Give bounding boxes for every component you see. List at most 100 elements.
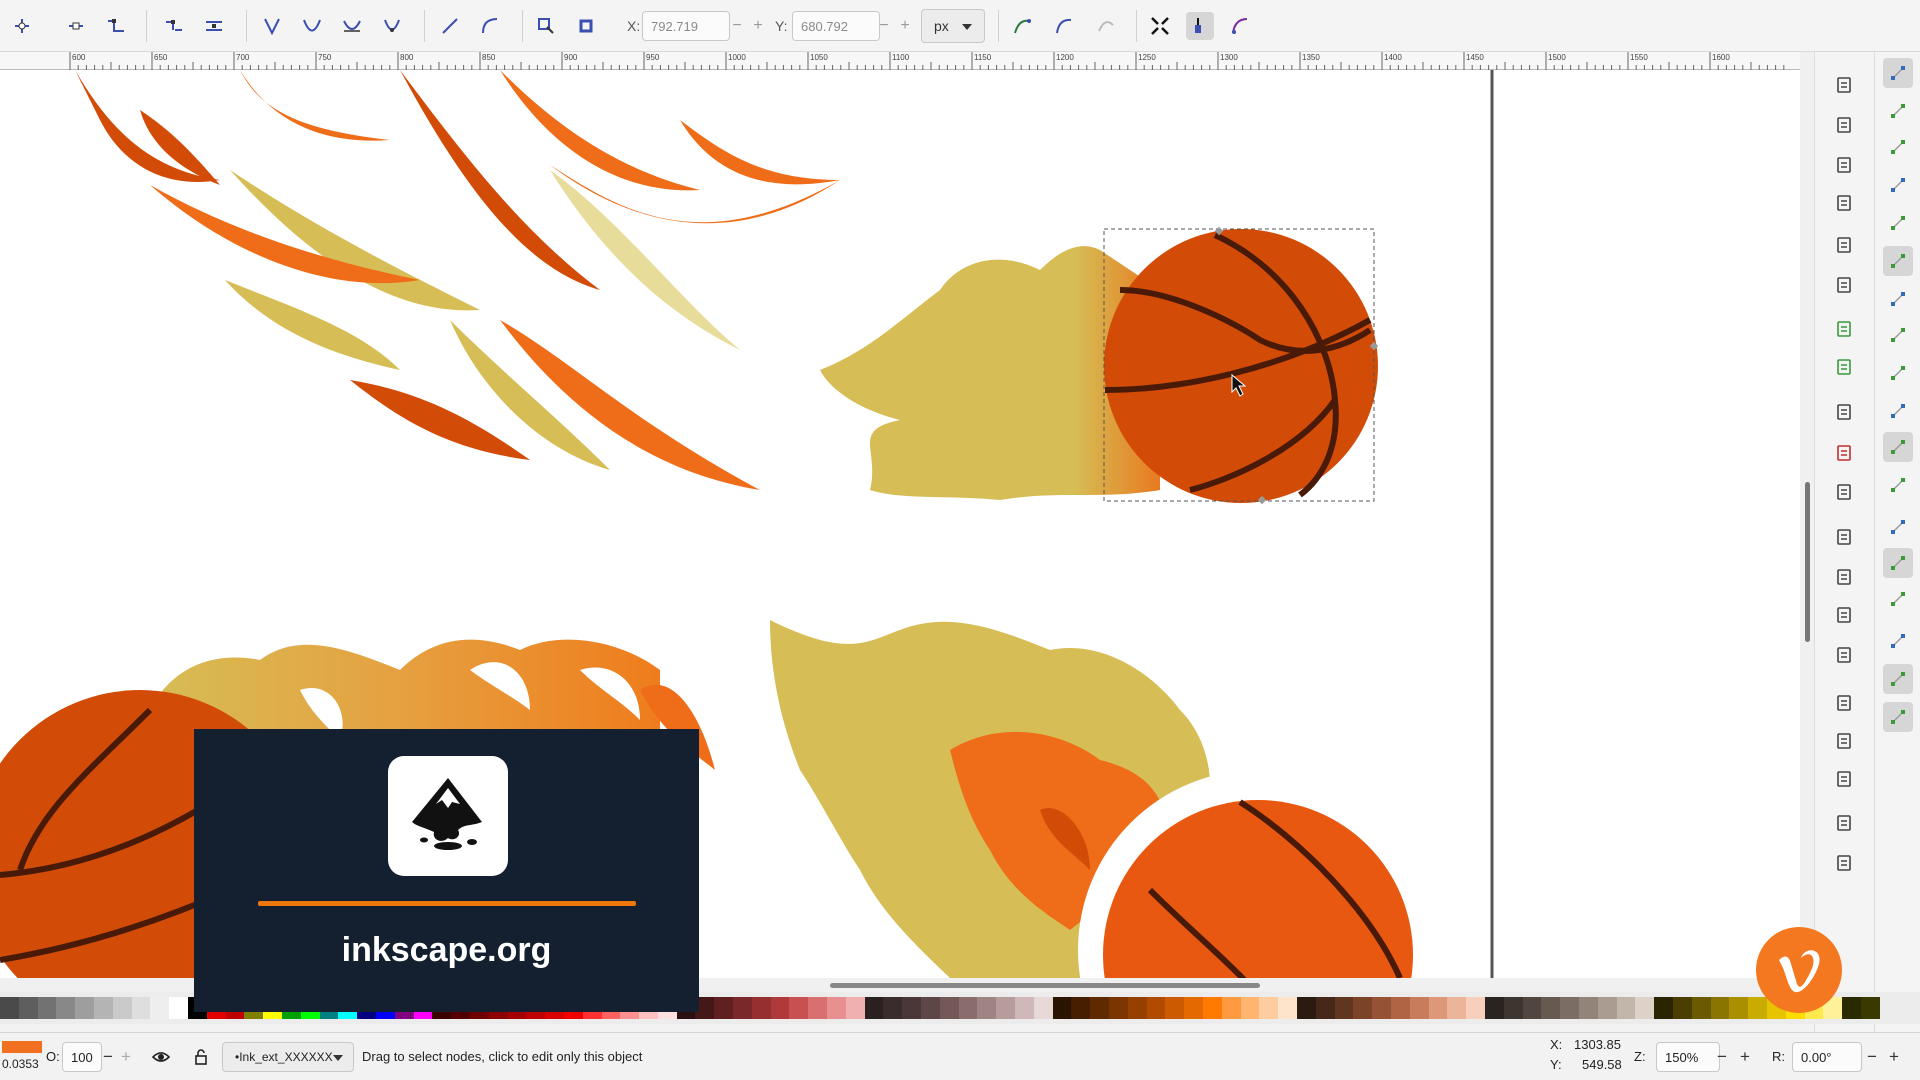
redo-icon[interactable] — [1829, 352, 1859, 382]
node-smooth-icon[interactable] — [298, 12, 326, 40]
palette-swatch[interactable] — [1015, 997, 1034, 1019]
snap-grid-icon[interactable] — [1883, 664, 1913, 694]
node-cusp-icon[interactable] — [258, 12, 286, 40]
palette-swatch[interactable] — [939, 997, 959, 1019]
palette-swatch[interactable] — [1710, 997, 1730, 1019]
import-icon[interactable] — [1829, 230, 1859, 260]
transform-handles-icon[interactable] — [1146, 12, 1174, 40]
segment-curve-icon[interactable] — [476, 12, 504, 40]
palette-swatch[interactable] — [1484, 997, 1504, 1019]
horizontal-ruler[interactable]: 600 650 700 750 800 850 900 950 1000 1050 1100 1150… — [0, 52, 1800, 70]
palette-swatch[interactable] — [770, 997, 790, 1019]
object-to-path-icon[interactable] — [532, 12, 560, 40]
palette-swatch[interactable] — [1672, 997, 1692, 1019]
palette-swatch[interactable] — [1184, 997, 1203, 1019]
palette-swatch[interactable] — [1654, 997, 1673, 1019]
palette-swatch[interactable] — [56, 997, 76, 1019]
show-clipmask-icon[interactable] — [1092, 12, 1120, 40]
palette-swatch[interactable] — [1372, 997, 1391, 1019]
opacity-input[interactable]: 100 — [62, 1042, 102, 1072]
insert-node-icon[interactable] — [8, 12, 36, 40]
snap-bbox-edge-icon[interactable] — [1883, 132, 1913, 162]
unlink-clone-icon[interactable] — [1829, 764, 1859, 794]
edit-mask-icon[interactable] — [1186, 12, 1214, 40]
palette-swatch[interactable] — [1259, 997, 1279, 1019]
palette-swatch[interactable] — [1127, 997, 1147, 1019]
snap-text-baseline-icon[interactable] — [1883, 584, 1913, 614]
group-icon[interactable] — [1829, 808, 1859, 838]
undo-icon[interactable] — [1829, 314, 1859, 344]
zoom-out-button[interactable]: − — [1712, 1042, 1732, 1072]
x-increment-button[interactable]: + — [747, 11, 769, 41]
new-document-icon[interactable] — [1829, 70, 1859, 100]
horizontal-scrollbar-thumb[interactable] — [830, 983, 1260, 988]
palette-swatch[interactable] — [733, 997, 752, 1019]
x-decrement-button[interactable]: − — [726, 11, 748, 41]
vertical-scrollbar-thumb[interactable] — [1805, 482, 1810, 642]
segment-line-icon[interactable] — [436, 12, 464, 40]
layer-dropdown[interactable]: •Ink_ext_XXXXXX — [222, 1042, 354, 1072]
palette-swatch[interactable] — [1842, 997, 1861, 1019]
palette-swatch[interactable] — [1409, 997, 1429, 1019]
palette-swatch[interactable] — [1052, 997, 1072, 1019]
snap-enable-icon[interactable] — [1883, 58, 1913, 88]
palette-swatch[interactable] — [1541, 997, 1561, 1019]
fill-swatch[interactable] — [2, 1041, 42, 1053]
palette-swatch[interactable] — [1240, 997, 1260, 1019]
palette-swatch[interactable] — [150, 997, 170, 1019]
palette-swatch[interactable] — [864, 997, 884, 1019]
palette-swatch[interactable] — [902, 997, 922, 1019]
palette-swatch[interactable] — [827, 997, 846, 1019]
snap-cusp-icon[interactable] — [1883, 358, 1913, 388]
palette-swatch[interactable] — [1597, 997, 1617, 1019]
palette-swatch[interactable] — [808, 997, 828, 1019]
zoom-selection-icon[interactable] — [1829, 522, 1859, 552]
palette-swatch[interactable] — [1860, 997, 1880, 1019]
palette-swatch[interactable] — [845, 997, 865, 1019]
snap-center-icon[interactable] — [1883, 512, 1913, 542]
snap-rotation-icon[interactable] — [1883, 548, 1913, 578]
paste-icon[interactable] — [1829, 477, 1859, 507]
palette-swatch[interactable] — [714, 997, 734, 1019]
unit-dropdown[interactable]: px — [921, 9, 985, 43]
palette-swatch[interactable] — [883, 997, 903, 1019]
duplicate-icon[interactable] — [1829, 688, 1859, 718]
palette-swatch[interactable] — [789, 997, 809, 1019]
palette-swatch[interactable] — [112, 997, 132, 1019]
palette-swatch[interactable] — [1221, 997, 1241, 1019]
y-decrement-button[interactable]: − — [873, 11, 895, 41]
x-coordinate-input[interactable]: 792.719 — [642, 11, 730, 41]
palette-swatch[interactable] — [1635, 997, 1655, 1019]
palette-swatch[interactable] — [977, 997, 997, 1019]
snap-midpoint-icon[interactable] — [1883, 432, 1913, 462]
zoom-input[interactable]: 150% — [1656, 1042, 1720, 1072]
palette-swatch[interactable] — [1691, 997, 1711, 1019]
palette-swatch[interactable] — [1278, 997, 1297, 1019]
palette-swatch[interactable] — [1315, 997, 1335, 1019]
palette-swatch[interactable] — [1033, 997, 1053, 1019]
zoom-page-width-icon[interactable] — [1829, 640, 1859, 670]
node-symmetric-icon[interactable] — [338, 12, 366, 40]
break-path-icon[interactable] — [160, 12, 188, 40]
clone-icon[interactable] — [1829, 726, 1859, 756]
export-icon[interactable] — [1829, 270, 1859, 300]
y-increment-button[interactable]: + — [894, 11, 916, 41]
snap-intersection-icon[interactable] — [1883, 320, 1913, 350]
palette-swatch[interactable] — [1560, 997, 1579, 1019]
snap-bbox-corner-icon[interactable] — [1883, 170, 1913, 200]
palette-swatch[interactable] — [1165, 997, 1185, 1019]
palette-swatch[interactable] — [1109, 997, 1128, 1019]
zoom-in-button[interactable]: + — [1735, 1042, 1755, 1072]
palette-swatch[interactable] — [75, 997, 94, 1019]
save-document-icon[interactable] — [1829, 150, 1859, 180]
palette-swatch[interactable] — [1503, 997, 1523, 1019]
edit-clip-icon[interactable] — [1226, 12, 1254, 40]
palette-swatch[interactable] — [1466, 997, 1485, 1019]
opacity-decrement-button[interactable]: − — [98, 1042, 118, 1072]
palette-swatch[interactable] — [18, 997, 38, 1019]
vertical-scrollbar[interactable] — [1800, 52, 1814, 978]
palette-swatch[interactable] — [1090, 997, 1110, 1019]
snap-path-icon[interactable] — [1883, 284, 1913, 314]
eye-icon[interactable] — [146, 1042, 176, 1072]
snap-bbox-midpoint-icon[interactable] — [1883, 208, 1913, 238]
